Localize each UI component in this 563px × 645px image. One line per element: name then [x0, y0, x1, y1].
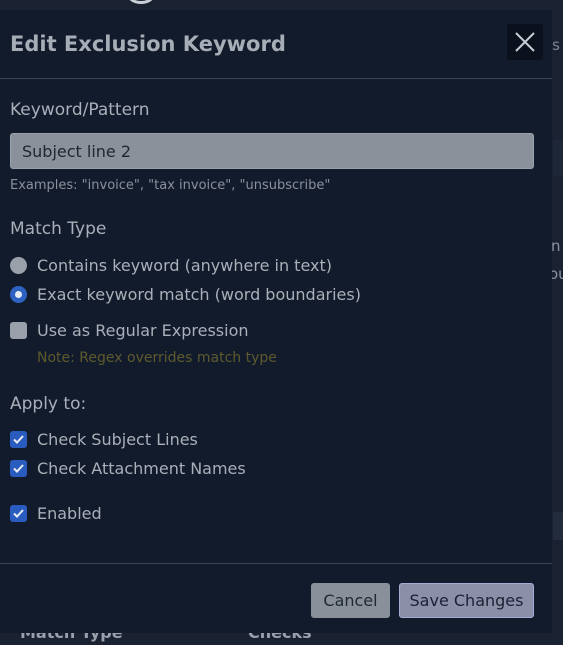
regex-checkbox[interactable]: Use as Regular Expression	[10, 321, 249, 340]
regex-note: Note: Regex overrides match type	[37, 350, 277, 366]
radio-contains-keyword-label: Contains keyword (anywhere in text)	[37, 256, 332, 275]
checkmark-icon	[13, 509, 24, 518]
match-type-label: Match Type	[10, 219, 107, 239]
regex-checkbox-label: Use as Regular Expression	[37, 321, 249, 340]
check-subject-lines-checkbox[interactable]: Check Subject Lines	[10, 430, 198, 449]
radio-exact-keyword-match[interactable]: Exact keyword match (word boundaries)	[10, 285, 361, 304]
footer-divider	[0, 563, 552, 564]
check-attachment-names-checkbox[interactable]: Check Attachment Names	[10, 459, 246, 478]
radio-contains-keyword[interactable]: Contains keyword (anywhere in text)	[10, 256, 332, 275]
checkmark-icon	[13, 435, 24, 444]
background-logo-fragment	[128, 0, 154, 4]
close-icon	[515, 32, 535, 52]
dialog-header: Edit Exclusion Keyword	[0, 10, 552, 79]
dialog-title: Edit Exclusion Keyword	[10, 32, 286, 56]
keyword-pattern-input[interactable]	[10, 133, 534, 169]
keyword-pattern-label: Keyword/Pattern	[10, 100, 150, 120]
apply-to-label: Apply to:	[10, 394, 87, 414]
background-text-fragment: n	[551, 237, 561, 255]
checkbox[interactable]	[10, 460, 27, 477]
checkbox[interactable]	[10, 431, 27, 448]
save-changes-button[interactable]: Save Changes	[399, 583, 534, 618]
check-subject-lines-label: Check Subject Lines	[37, 430, 198, 449]
close-button[interactable]	[507, 24, 543, 60]
enabled-label: Enabled	[37, 504, 102, 523]
keyword-examples-hint: Examples: "invoice", "tax invoice", "uns…	[10, 178, 331, 193]
radio-button[interactable]	[10, 286, 27, 303]
radio-exact-keyword-match-label: Exact keyword match (word boundaries)	[37, 285, 361, 304]
enabled-checkbox[interactable]: Enabled	[10, 504, 102, 523]
radio-button[interactable]	[10, 257, 27, 274]
background-panel-fragment	[553, 140, 563, 176]
cancel-button[interactable]: Cancel	[311, 583, 390, 618]
checkbox[interactable]	[10, 505, 27, 522]
background-panel-fragment	[553, 512, 563, 540]
checkbox[interactable]	[10, 322, 27, 339]
checkmark-icon	[13, 464, 24, 473]
edit-exclusion-keyword-dialog: Edit Exclusion Keyword Keyword/Pattern E…	[0, 10, 552, 633]
check-attachment-names-label: Check Attachment Names	[37, 459, 246, 478]
